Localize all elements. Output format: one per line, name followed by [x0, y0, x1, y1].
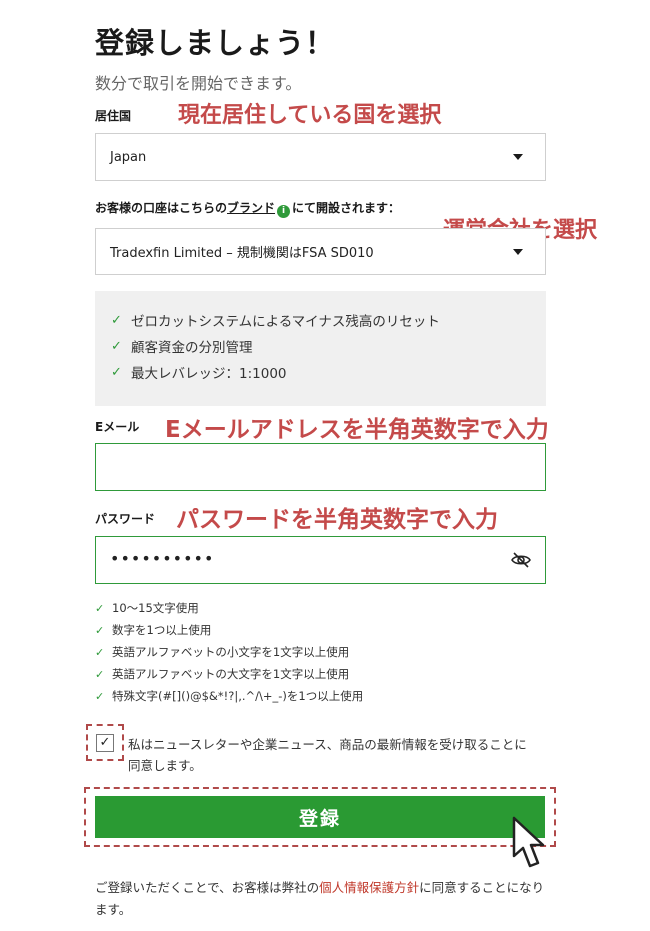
- password-rule: ✓ 数字を1つ以上使用: [95, 623, 212, 637]
- email-label: Eメール: [95, 420, 140, 434]
- check-icon: ✓: [111, 364, 122, 380]
- caret-down-icon: [513, 248, 523, 255]
- page-title: 登録しましょう！: [95, 26, 336, 60]
- info-icon[interactable]: i: [277, 205, 291, 218]
- privacy-notice: ご登録いただくことで、お客様は弊社の個人情報保護方針に同意することになります。: [95, 877, 550, 921]
- brand-link[interactable]: ブランド: [227, 201, 275, 215]
- register-button[interactable]: 登録: [95, 796, 545, 838]
- privacy-policy-link[interactable]: 個人情報保護方針: [319, 880, 419, 895]
- password-field[interactable]: ••••••••••: [95, 536, 546, 584]
- country-select-value: Japan: [110, 149, 147, 165]
- newsletter-consent-text: 私はニュースレターや企業ニュース、商品の最新情報を受け取ることに同意します。: [128, 737, 527, 773]
- email-field[interactable]: [95, 443, 546, 491]
- feature-item: ✓ 最大レバレッジ：1:1000: [111, 364, 287, 383]
- password-value: ••••••••••: [110, 549, 215, 568]
- eye-slash-icon[interactable]: [511, 551, 531, 573]
- password-rule: ✓ 英語アルファベットの大文字を1文字以上使用: [95, 667, 350, 681]
- password-label: パスワード: [95, 512, 156, 526]
- check-icon: ✓: [95, 645, 105, 659]
- mouse-pointer-icon: [508, 816, 548, 876]
- check-icon: ✓: [95, 601, 105, 615]
- password-rule: ✓ 特殊文字(#[]()@$&*!?|,.^/\+_-)を1つ以上使用: [95, 689, 364, 703]
- brand-features-panel: ✓ ゼロカットシステムによるマイナス残高のリセット ✓ 顧客資金の分別管理 ✓ 最大レ…: [95, 291, 546, 406]
- check-icon: ✓: [111, 338, 122, 354]
- brand-label: お客様の口座はこちらのブランド i にて開設されます：: [95, 199, 400, 218]
- password-rule: ✓ 10～15文字使用: [95, 601, 199, 615]
- feature-item: ✓ 顧客資金の分別管理: [111, 338, 253, 357]
- check-icon: ✓: [99, 735, 111, 750]
- country-select[interactable]: Japan: [95, 133, 546, 181]
- email-annotation: Eメールアドレスを半角英数字で入力: [165, 417, 549, 443]
- brand-select-value: Tradexfin Limited – 規制機関はFSA SD010: [110, 246, 374, 261]
- country-annotation: 現在居住している国を選択: [178, 103, 442, 128]
- check-icon: ✓: [95, 667, 105, 681]
- password-annotation: パスワードを半角英数字で入力: [176, 507, 498, 533]
- brand-select[interactable]: Tradexfin Limited – 規制機関はFSA SD010: [95, 228, 546, 275]
- check-icon: ✓: [111, 312, 122, 328]
- newsletter-checkbox[interactable]: ✓: [96, 734, 114, 752]
- feature-item: ✓ ゼロカットシステムによるマイナス残高のリセット: [111, 312, 440, 331]
- privacy-notice-prefix: ご登録いただくことで、お客様は弊社の: [95, 880, 320, 895]
- check-icon: ✓: [95, 689, 105, 703]
- check-icon: ✓: [95, 623, 105, 637]
- page-subtitle: 数分で取引を開始できます。: [95, 74, 302, 93]
- brand-label-prefix: お客様の口座はこちらの: [95, 201, 228, 215]
- caret-down-icon: [513, 154, 523, 160]
- password-rules: ✓ 10～15文字使用 ✓ 数字を1つ以上使用 ✓ 英語アルファベットの小文字を1文字…: [95, 597, 363, 707]
- brand-label-suffix: にて開設されます：: [292, 201, 401, 215]
- password-rule: ✓ 英語アルファベットの小文字を1文字以上使用: [95, 645, 350, 659]
- country-label: 居住国: [95, 109, 132, 123]
